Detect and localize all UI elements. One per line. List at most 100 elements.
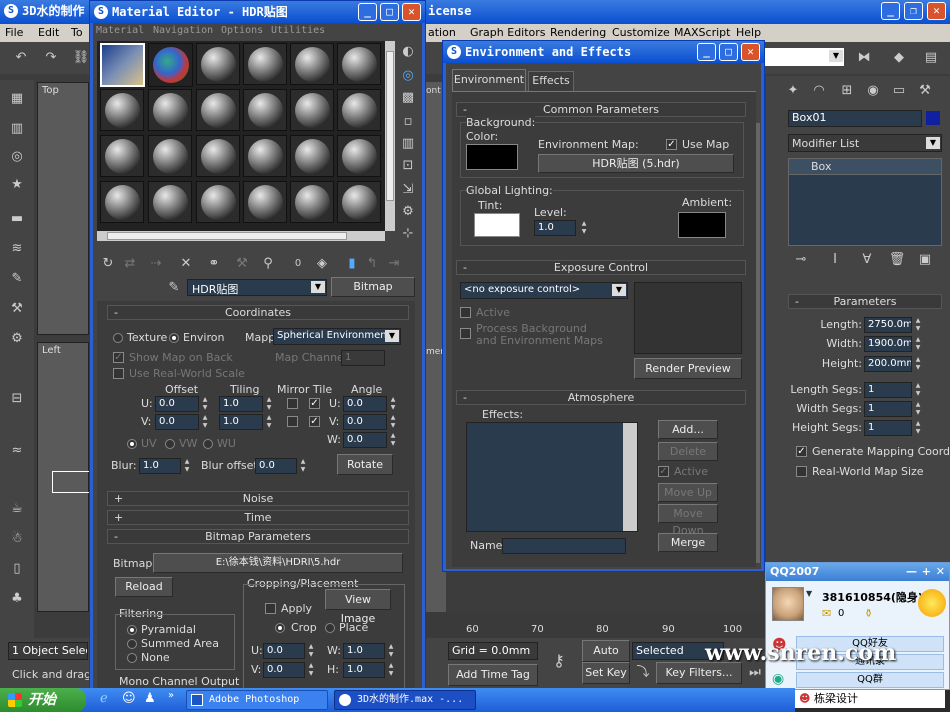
menu-tools[interactable]: To: [71, 24, 83, 42]
pen-tool-icon[interactable]: ✎: [8, 270, 26, 288]
width-segs-spinner[interactable]: ▲ ▼: [914, 401, 922, 417]
place-radio[interactable]: [325, 623, 335, 633]
gear-tool-icon[interactable]: ⚙: [8, 330, 26, 348]
qq-close-button[interactable]: ✕: [936, 563, 945, 581]
env-effects-titlebar[interactable]: S Environment and Effects _ □ ✕: [443, 41, 764, 63]
u-angle-spinner[interactable]: ▲ ▼: [389, 396, 397, 412]
rotate-button[interactable]: Rotate: [337, 454, 393, 475]
blur-field[interactable]: 1.0: [139, 458, 181, 474]
show-map-icon[interactable]: ◈: [313, 255, 331, 273]
align-icon[interactable]: ◆: [890, 49, 908, 67]
sample-slot-19[interactable]: [100, 181, 144, 223]
remove-modifier-icon[interactable]: 🗑: [888, 251, 906, 269]
key-icon[interactable]: ⚷: [550, 652, 568, 670]
auto-key-button[interactable]: Auto Key: [582, 640, 630, 677]
qq-qzone-icon[interactable]: ◉: [772, 671, 784, 687]
go-parent-icon[interactable]: ↰: [363, 255, 381, 273]
go-sibling-icon[interactable]: ⇥: [385, 255, 403, 273]
none-radio[interactable]: [127, 653, 137, 663]
hierarchy-tab-icon[interactable]: ⊞: [838, 82, 856, 100]
create-tab-icon[interactable]: ✦: [784, 82, 802, 100]
crop-w-field[interactable]: 1.0: [343, 643, 385, 659]
exposure-control-rollup[interactable]: - Exposure Control: [456, 260, 746, 275]
coordinates-rollup[interactable]: - Coordinates: [107, 305, 409, 320]
stairs-tool-icon[interactable]: ▬: [8, 210, 26, 228]
u-mirror-checkbox[interactable]: [287, 398, 298, 409]
link-icon[interactable]: ⛓: [72, 49, 90, 67]
stairs2-tool-icon[interactable]: ⊟: [8, 390, 26, 408]
environ-radio[interactable]: [169, 333, 179, 343]
sample-slot-16[interactable]: [243, 135, 287, 177]
cylinder-tool-icon[interactable]: ▥: [8, 120, 26, 138]
max-restore-button[interactable]: ❐: [904, 2, 923, 20]
sample-slot-13[interactable]: [100, 135, 144, 177]
make-preview-icon[interactable]: ⊡: [399, 157, 417, 175]
parameters-rollup[interactable]: - Parameters: [788, 294, 942, 309]
u-offset-spinner[interactable]: ▲ ▼: [201, 396, 209, 412]
viewport-left[interactable]: Left: [37, 342, 90, 612]
background-color-swatch[interactable]: [466, 144, 518, 170]
key-mode-icon[interactable]: ⤵: [634, 664, 652, 682]
env-maximize-button[interactable]: □: [719, 43, 738, 61]
material-editor-titlebar[interactable]: S Material Editor - HDR贴图 _ □ ✕: [90, 1, 425, 23]
wu-radio[interactable]: [203, 439, 213, 449]
backlight-icon[interactable]: ◎: [399, 67, 417, 85]
v-angle-spinner[interactable]: ▲ ▼: [389, 414, 397, 430]
texture-radio[interactable]: [113, 333, 123, 343]
env-scrollbar[interactable]: [756, 123, 760, 563]
w-angle-spinner[interactable]: ▲ ▼: [389, 432, 397, 448]
layers-icon[interactable]: ▤: [922, 49, 940, 67]
tab-environment[interactable]: Environment: [452, 69, 526, 91]
u-tile-checkbox[interactable]: ✓: [309, 398, 320, 409]
max-close-button[interactable]: ✕: [927, 2, 946, 20]
ie-quicklaunch-icon[interactable]: ℯ: [100, 691, 108, 706]
add-effect-button[interactable]: Add...: [658, 420, 718, 439]
sample-slot-22[interactable]: [243, 181, 287, 223]
viewport-top[interactable]: Top: [37, 82, 89, 335]
crop-radio[interactable]: [275, 623, 285, 633]
height-segs-spinner[interactable]: ▲ ▼: [914, 420, 922, 436]
mapping-dropdown[interactable]: Spherical Environment ▼: [273, 328, 401, 345]
qq-group-item[interactable]: ☻ 栋梁设计: [795, 690, 945, 708]
sample-slot-5[interactable]: [290, 43, 334, 85]
length-segs-field[interactable]: 1: [864, 382, 912, 398]
qq-bag-icon[interactable]: ⚱: [864, 607, 873, 620]
v-tiling-field[interactable]: 1.0: [219, 414, 263, 430]
sample-slot-21[interactable]: [196, 181, 240, 223]
crop-h-field[interactable]: 1.0: [343, 662, 385, 678]
v-tiling-spinner[interactable]: ▲ ▼: [265, 414, 273, 430]
apply-checkbox[interactable]: [265, 603, 276, 614]
w-angle-field[interactable]: 0.0: [343, 432, 387, 448]
torus-tool-icon[interactable]: ◎: [8, 148, 26, 166]
undo-icon[interactable]: ↶: [12, 49, 30, 67]
object-name-field[interactable]: Box01: [788, 110, 922, 127]
use-map-checkbox[interactable]: ✓: [666, 139, 677, 150]
redo-icon[interactable]: ↷: [42, 49, 60, 67]
tree-tool-icon[interactable]: ♣: [8, 590, 26, 608]
process-bg-checkbox[interactable]: [460, 328, 471, 339]
qq-penguin-icon[interactable]: ♟: [144, 691, 156, 706]
blur-offset-field[interactable]: 0.0: [255, 458, 297, 474]
task-3dsmax[interactable]: 3D水的制作.max -...: [334, 690, 476, 710]
me-minimize-button[interactable]: _: [358, 3, 377, 21]
common-params-rollup[interactable]: - Common Parameters: [456, 102, 746, 117]
uv-radio[interactable]: [127, 439, 137, 449]
blur-spinner[interactable]: ▲ ▼: [183, 458, 191, 474]
u-offset-field[interactable]: 0.0: [155, 396, 199, 412]
width-segs-field[interactable]: 1: [864, 401, 912, 417]
me-menu-material[interactable]: Material: [96, 23, 144, 39]
level-spinner[interactable]: ▲ ▼: [580, 220, 588, 236]
bitmap-params-rollup[interactable]: - Bitmap Parameters: [107, 529, 409, 544]
put-library-icon[interactable]: ⚲: [259, 255, 277, 273]
summed-area-radio[interactable]: [127, 639, 137, 649]
make-unique-icon[interactable]: ⚒: [233, 255, 251, 273]
v-mirror-checkbox[interactable]: [287, 416, 298, 427]
reset-map-icon[interactable]: ✕: [177, 255, 195, 273]
sample-slot-14[interactable]: [148, 135, 192, 177]
qq-avatar[interactable]: [772, 587, 804, 621]
object-color-swatch[interactable]: [926, 111, 940, 125]
show-end-icon[interactable]: Ⅰ: [826, 251, 844, 269]
time-rollup[interactable]: + Time: [107, 510, 409, 525]
real-world-checkbox[interactable]: [796, 466, 807, 477]
ambient-color-swatch[interactable]: [678, 212, 726, 238]
